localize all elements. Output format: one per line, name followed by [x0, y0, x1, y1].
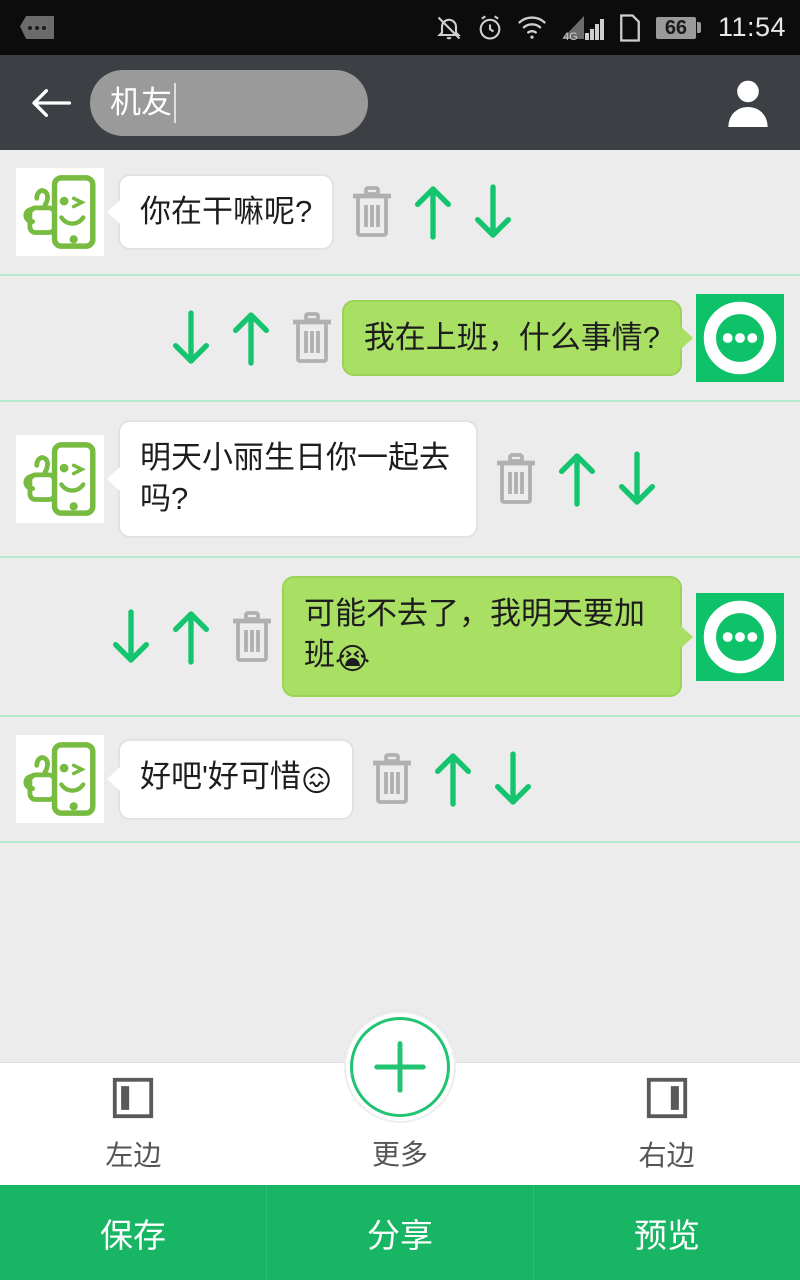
arrow-down-icon[interactable] [614, 450, 660, 508]
table-row[interactable]: 好吧'好可惜😖 [0, 717, 800, 844]
arrow-down-icon[interactable] [490, 750, 536, 808]
phone-thumbsup-avatar-icon [16, 434, 104, 523]
status-bar: 4G 66 11:54 [0, 0, 800, 55]
trash-icon[interactable] [492, 452, 540, 506]
battery-indicator: 66 [655, 16, 701, 39]
back-button[interactable] [22, 74, 80, 132]
align-left-label: 左边 [105, 1139, 162, 1171]
bell-muted-icon [435, 13, 463, 43]
more-label: 更多 [372, 1139, 429, 1170]
align-left-icon [110, 1075, 156, 1126]
trash-icon[interactable] [228, 610, 276, 664]
phone-thumbsup-avatar-icon [16, 168, 104, 256]
profile-button[interactable] [718, 73, 778, 133]
message-bubble[interactable]: 可能不去了，我明天要加班😭 [282, 575, 682, 698]
confounded-face-emoji: 😖 [300, 765, 333, 799]
table-row[interactable]: 你在干嘛呢? [0, 150, 800, 276]
message-list: 你在干嘛呢? 我在上班，什么事情? 明天小丽生日你一起去吗? 可能不去了，我明天… [0, 150, 800, 1062]
message-controls [492, 450, 660, 508]
trash-icon[interactable] [368, 752, 416, 806]
svg-text:4G: 4G [563, 31, 578, 43]
arrow-down-icon[interactable] [168, 309, 214, 367]
back-arrow-icon [32, 88, 72, 117]
align-right-button[interactable]: 右边 [533, 1063, 800, 1185]
clock-time: 11:54 [717, 12, 786, 42]
wifi-icon [517, 15, 547, 41]
title-input-value: 机友 [110, 85, 172, 120]
status-bar-left [20, 16, 435, 39]
sim-card-icon [617, 13, 643, 43]
arrow-up-icon[interactable] [554, 450, 600, 508]
table-row[interactable]: 明天小丽生日你一起去吗? [0, 402, 800, 558]
message-bubble[interactable]: 你在干嘛呢? [118, 173, 335, 251]
message-bubble[interactable]: 我在上班，什么事情? [341, 299, 682, 377]
share-button[interactable]: 分享 [267, 1185, 534, 1280]
battery-level: 66 [655, 16, 696, 39]
arrow-down-icon[interactable] [108, 608, 154, 666]
green-dots-avatar-icon [696, 592, 784, 681]
bottom-toolbar: 左边 更多 右边 [0, 1011, 800, 1185]
add-button[interactable] [344, 1011, 456, 1123]
align-left-button[interactable]: 左边 [0, 1063, 267, 1185]
sim-dots-icon [20, 16, 54, 39]
battery-cap [696, 22, 701, 33]
message-bubble[interactable]: 明天小丽生日你一起去吗? [118, 420, 478, 538]
title-input[interactable]: 机友 [90, 69, 368, 136]
message-controls [108, 608, 276, 666]
align-right-label: 右边 [638, 1139, 695, 1171]
arrow-up-icon[interactable] [228, 309, 274, 367]
action-bar: 保存 分享 预览 [0, 1185, 800, 1280]
text-cursor [174, 82, 176, 123]
green-dots-avatar-icon [696, 294, 784, 382]
person-icon [728, 80, 768, 127]
table-row[interactable]: 我在上班，什么事情? [0, 276, 800, 402]
arrow-down-icon[interactable] [470, 183, 516, 241]
message-controls [348, 183, 516, 241]
app-header: 机友 [0, 55, 800, 150]
message-bubble[interactable]: 好吧'好可惜😖 [118, 739, 355, 820]
more-button[interactable]: 更多 [267, 1011, 534, 1185]
status-bar-right: 4G 66 11:54 [435, 12, 786, 43]
trash-icon[interactable] [288, 311, 336, 365]
preview-button[interactable]: 预览 [534, 1185, 800, 1280]
table-row[interactable]: 可能不去了，我明天要加班😭 [0, 558, 800, 718]
align-right-icon [644, 1075, 690, 1126]
arrow-up-icon[interactable] [168, 608, 214, 666]
alarm-clock-icon [476, 13, 504, 43]
crying-face-emoji: 😭 [335, 642, 371, 676]
arrow-up-icon[interactable] [410, 183, 456, 241]
plus-icon [350, 1017, 450, 1117]
message-controls [168, 309, 336, 367]
message-text: 好吧'好可惜 [140, 759, 301, 795]
trash-icon[interactable] [348, 185, 396, 239]
app-screen: 4G 66 11:54 机友 你在干嘛呢? 我在上班，什么事情? 明天小丽生日你… [0, 0, 800, 1280]
arrow-up-icon[interactable] [430, 750, 476, 808]
save-button[interactable]: 保存 [0, 1185, 267, 1280]
signal-4g-icon: 4G [560, 13, 604, 43]
phone-thumbsup-avatar-icon [16, 735, 104, 824]
message-controls [368, 750, 536, 808]
